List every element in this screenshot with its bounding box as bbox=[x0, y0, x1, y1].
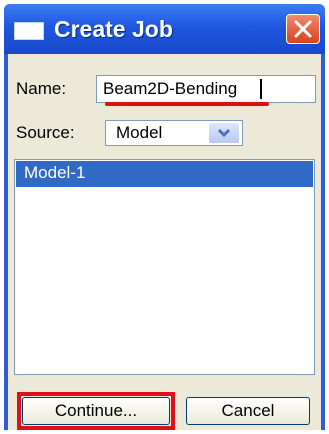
title-bar[interactable]: Create Job bbox=[4, 4, 325, 54]
chevron-down-icon bbox=[217, 128, 231, 138]
dialog-body: Name: Beam2D-Bending Source: Model Model… bbox=[8, 54, 321, 430]
model-list[interactable]: Model-1 bbox=[14, 159, 315, 375]
text-cursor bbox=[260, 79, 262, 99]
continue-annotation-box bbox=[17, 392, 175, 430]
dialog-title: Create Job bbox=[54, 16, 173, 42]
name-input[interactable]: Beam2D-Bending bbox=[96, 75, 316, 103]
source-select[interactable]: Model bbox=[105, 120, 243, 146]
list-item-label: Model-1 bbox=[24, 163, 86, 182]
name-label: Name: bbox=[16, 79, 67, 98]
source-dropdown-button[interactable] bbox=[209, 123, 239, 143]
close-button[interactable] bbox=[286, 14, 320, 44]
name-annotation-underline bbox=[105, 102, 269, 106]
create-job-dialog: Create Job Name: Beam2D-Bending Source: … bbox=[4, 4, 325, 430]
source-select-value: Model bbox=[116, 123, 163, 142]
list-item[interactable]: Model-1 bbox=[16, 161, 313, 187]
source-label: Source: bbox=[16, 123, 75, 142]
close-icon bbox=[294, 20, 312, 38]
window-icon bbox=[14, 22, 44, 40]
name-input-value: Beam2D-Bending bbox=[103, 79, 238, 98]
cancel-button[interactable]: Cancel bbox=[186, 397, 310, 425]
